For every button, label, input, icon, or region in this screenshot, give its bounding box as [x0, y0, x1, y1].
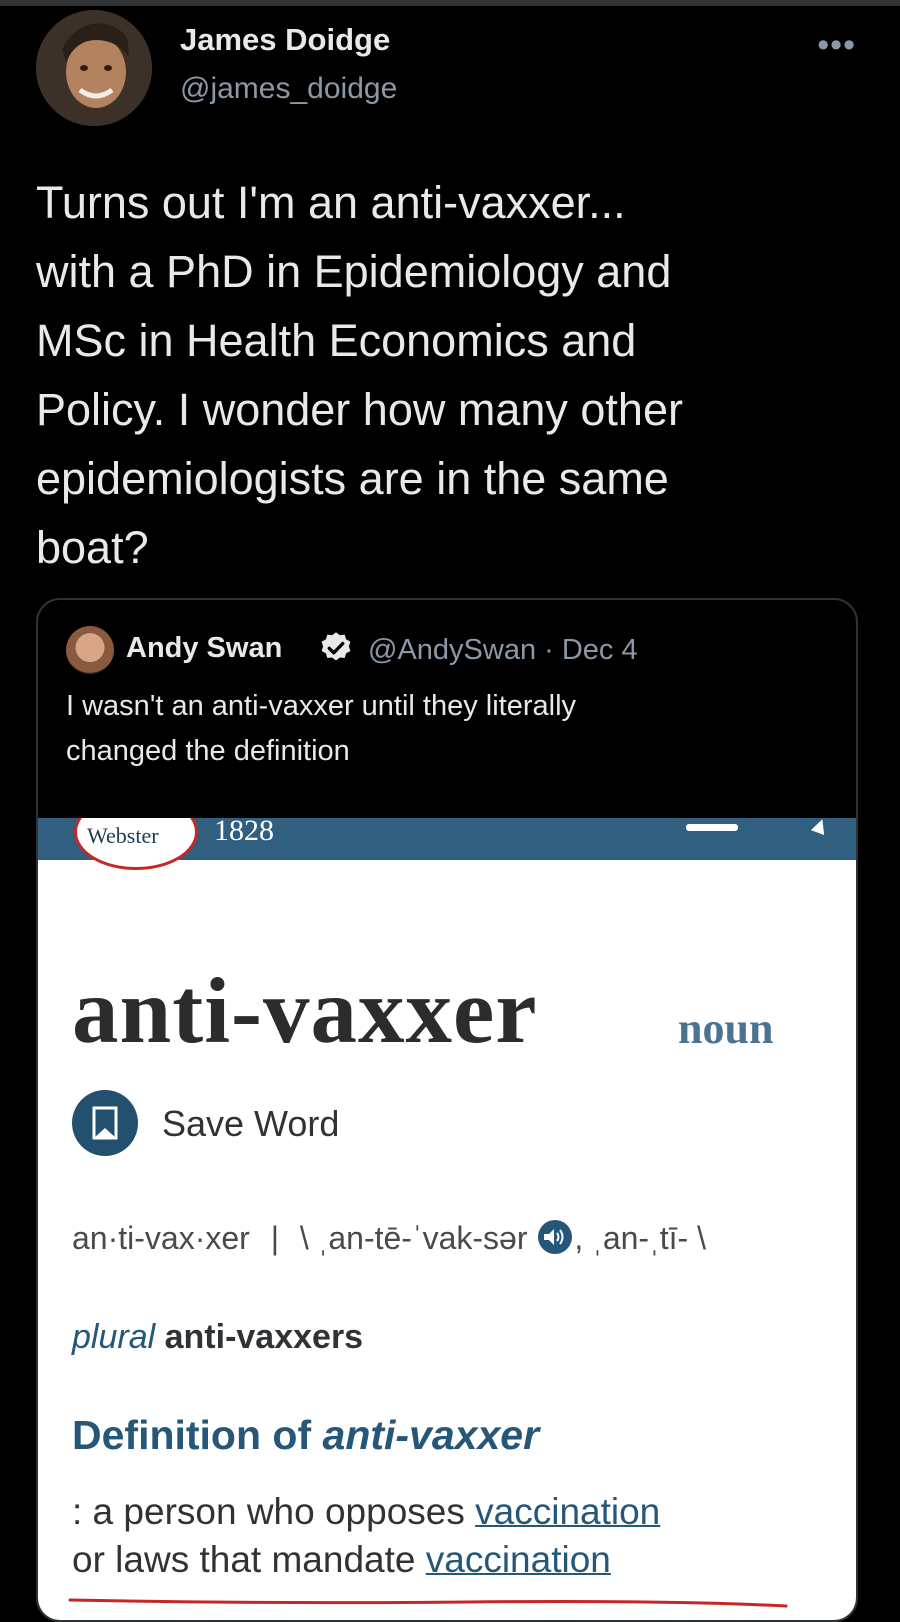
author-name[interactable]: James Doidge: [180, 22, 390, 58]
pronunciation-primary: \ ˌan-tē-ˈvak-sər: [299, 1220, 528, 1256]
dictionary-header-bar: Webster 1828 ▲: [38, 818, 856, 870]
plural-line: plural anti-vaxxers: [72, 1318, 363, 1357]
red-highlight-underline: [68, 1598, 788, 1608]
definition-heading-word: anti-vaxxer: [322, 1412, 540, 1458]
quoted-author-name[interactable]: Andy Swan: [126, 632, 282, 665]
quoted-author-avatar[interactable]: [66, 626, 114, 674]
vaccination-link-1: vaccination: [475, 1491, 661, 1532]
pronunciation-line: an·ti-vax·xer | \ ˌan-tē-ˈvak-sər , ˌan-…: [72, 1214, 832, 1262]
headword: anti-vaxxer: [72, 960, 538, 1063]
definition-middle: or laws that mandate: [72, 1539, 426, 1580]
author-handle[interactable]: @james_doidge: [180, 72, 397, 106]
quoted-tweet-text: I wasn't an anti-vaxxer until they liter…: [66, 690, 577, 767]
speaker-icon: [538, 1220, 573, 1254]
header-year: 1828: [214, 818, 274, 847]
verified-badge-icon: [321, 632, 351, 661]
definition-heading: Definition of anti-vaxxer: [72, 1412, 539, 1459]
quoted-tweet-card[interactable]: Andy Swan @AndySwan · Dec 4 I wasn't an …: [36, 598, 858, 1622]
author-avatar[interactable]: [36, 10, 152, 126]
definition-lead: : a person who opposes: [72, 1491, 476, 1532]
syllabification: an·ti-vax·xer: [72, 1220, 250, 1256]
menu-icon: [686, 824, 738, 831]
vaccination-link-2: vaccination: [425, 1539, 611, 1580]
quoted-handle-and-date[interactable]: @AndySwan · Dec 4: [368, 634, 638, 667]
plural-form: anti-vaxxers: [164, 1318, 364, 1356]
logo-text: Webster: [87, 823, 159, 848]
pronunciation-secondary: , ˌan-ˌtī- \: [574, 1220, 706, 1256]
top-divider: [0, 0, 900, 6]
tweet-text: Turns out I'm an anti-vaxxer... with a P…: [36, 177, 683, 573]
save-word-label: Save Word: [162, 1103, 340, 1144]
more-horizontal-icon[interactable]: •••: [817, 26, 856, 65]
definition-heading-prefix: Definition of: [72, 1412, 323, 1458]
bookmark-icon: [72, 1090, 138, 1156]
part-of-speech: noun: [678, 1004, 774, 1053]
dictionary-screenshot[interactable]: Webster 1828 ▲ anti-vaxxer noun Save Wor…: [38, 818, 856, 1620]
dictionary-logo: Webster: [74, 818, 198, 870]
separator: |: [270, 1220, 280, 1256]
plural-label: plural: [72, 1318, 156, 1356]
definition-text: : a person who opposes vaccination or la…: [72, 1488, 832, 1584]
chevron-icon: ▲: [804, 818, 836, 843]
